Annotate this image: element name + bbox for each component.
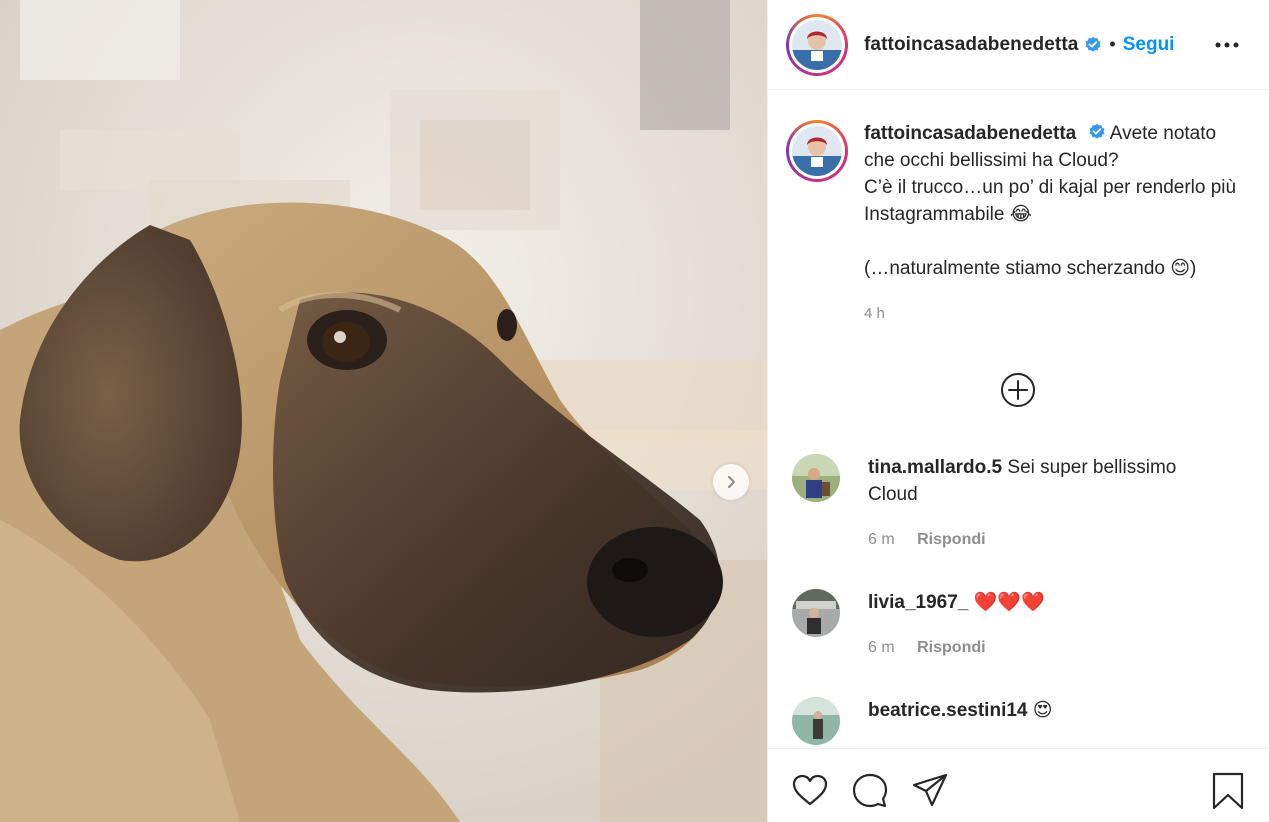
comment-timestamp[interactable]: 6 m [868,531,895,548]
heart-icon[interactable] [790,771,830,811]
commenter-avatar[interactable] [792,454,840,502]
post-action-bar [768,748,1269,822]
bookmark-icon[interactable] [1208,771,1248,811]
comment-username[interactable]: livia_1967_ [868,592,968,613]
comment-item: livia_1967_ ❤️❤️❤️ 6 m Rispondi [792,589,1252,661]
post-side-panel: fattoincasadabenedetta • Segui fattoinca… [767,0,1269,822]
author-username[interactable]: fattoincasadabenedetta [864,34,1078,56]
next-photo-button[interactable] [713,464,749,500]
header-separator: • [1109,34,1116,54]
caption-timestamp[interactable]: 4 h [864,300,1244,327]
dog-photo [0,0,767,822]
caption-username[interactable]: fattoincasadabenedetta [864,123,1076,144]
post-photo[interactable] [0,0,767,822]
reply-button[interactable]: Rispondi [917,531,985,548]
more-options-button[interactable] [1214,32,1240,58]
reply-button[interactable]: Rispondi [917,639,985,656]
caption-avatar-image [792,126,842,176]
caption-line-2: C’è il trucco…un po’ di kajal per render… [864,177,1237,225]
author-avatar-image [792,19,842,70]
caption-line-3: (…naturalmente stiamo scherzando 😊) [864,258,1197,279]
author-avatar[interactable] [786,13,848,76]
verified-badge-icon [1085,36,1102,52]
comment-username[interactable]: tina.mallardo.5 [868,457,1002,478]
comment-text: 😍 [1032,699,1053,721]
caption-avatar[interactable] [786,120,848,182]
post-header: fattoincasadabenedetta • Segui [768,0,1269,90]
commenter-avatar[interactable] [792,697,840,745]
comment-bubble-icon[interactable] [850,771,890,811]
commenter-avatar-image [792,697,840,745]
chevron-right-icon [727,475,736,489]
comment-timestamp[interactable]: 6 m [868,639,895,656]
comment-item: beatrice.sestini14 😍 [792,697,1252,745]
verified-badge-icon [1089,123,1105,139]
comment-item: tina.mallardo.5 Sei super bellissimo Clo… [792,454,1252,553]
instagram-post: fattoincasadabenedetta • Segui fattoinca… [0,0,1269,822]
commenter-avatar[interactable] [792,589,840,637]
paper-plane-icon[interactable] [910,771,950,811]
follow-button[interactable]: Segui [1123,34,1175,56]
post-caption: fattoincasadabenedetta Avete notato che … [786,120,1256,327]
commenter-avatar-image [792,454,840,502]
comment-text: ❤️❤️❤️ [973,591,1045,613]
plus-circle-icon[interactable] [1000,372,1036,408]
commenter-avatar-image [792,589,840,637]
more-options-icon [1215,42,1239,48]
comment-username[interactable]: beatrice.sestini14 [868,700,1027,721]
